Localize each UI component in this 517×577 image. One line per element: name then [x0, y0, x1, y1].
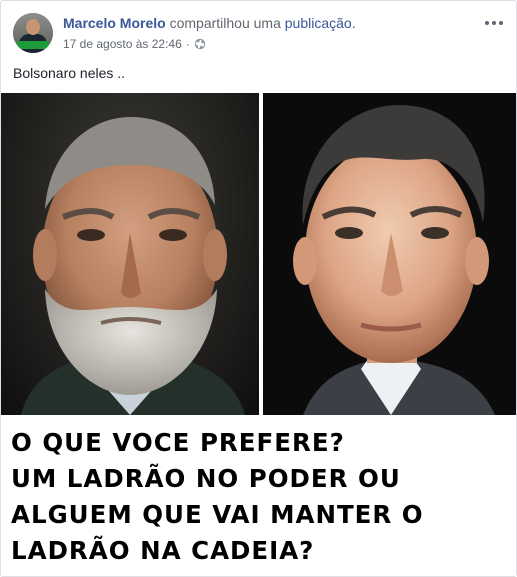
- shared-publication-link[interactable]: publicação.: [285, 15, 356, 31]
- share-action-text: compartilhou uma: [169, 15, 281, 31]
- caption-line-2: UM LADRÃO NO PODER OU: [11, 464, 401, 493]
- post-image[interactable]: O QUE VOCE PREFERE? UM LADRÃO NO PODER O…: [1, 93, 516, 576]
- post-header: Marcelo Morelo compartilhou uma publicaç…: [13, 13, 504, 57]
- caption-line-1: O QUE VOCE PREFERE?: [11, 428, 345, 457]
- caption-line-4: LADRÃO NA CADEIA?: [11, 536, 315, 565]
- globe-icon[interactable]: [194, 38, 206, 50]
- post-text: Bolsonaro neles ..: [13, 65, 126, 81]
- post-card: Marcelo Morelo compartilhou uma publicaç…: [0, 0, 517, 577]
- left-portrait-photo: [1, 93, 259, 415]
- ellipsis-icon[interactable]: [484, 17, 504, 29]
- post-timestamp-link[interactable]: 17 de agosto às 22:46: [63, 37, 182, 51]
- right-portrait-photo: [263, 93, 516, 415]
- meta-separator: ·: [185, 37, 190, 51]
- author-avatar[interactable]: [13, 13, 53, 53]
- image-caption: O QUE VOCE PREFERE? UM LADRÃO NO PODER O…: [11, 425, 511, 569]
- author-name-link[interactable]: Marcelo Morelo: [63, 15, 166, 31]
- caption-line-3: ALGUEM QUE VAI MANTER O: [11, 500, 424, 529]
- author-line: Marcelo Morelo compartilhou uma publicaç…: [63, 15, 356, 31]
- post-meta: 17 de agosto às 22:46 ·: [63, 37, 206, 51]
